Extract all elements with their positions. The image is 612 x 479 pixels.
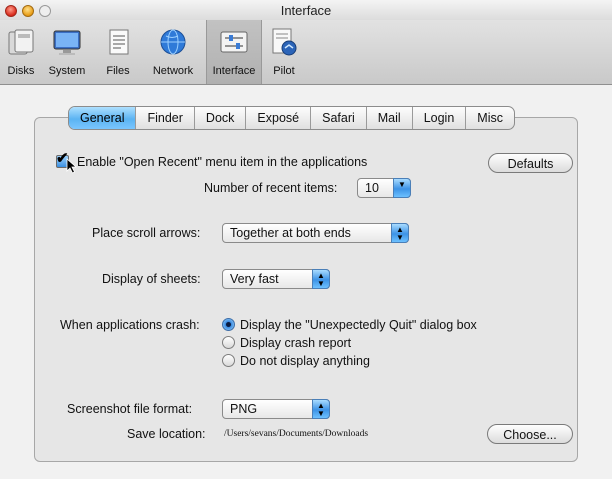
screenshot-format-popup[interactable]: PNG ▲ ▼ [222,399,330,419]
window-title: Interface [280,3,332,18]
crash-option-report-radio[interactable] [222,336,235,349]
sliders-icon [220,31,248,53]
crash-option-dialog-label[interactable]: Display the "Unexpectedly Quit" dialog b… [240,318,477,332]
disk-icon [8,29,34,55]
toolbar-label: Files [106,65,130,77]
monitor-icon [53,30,81,55]
open-recent-label[interactable]: Enable "Open Recent" menu item in the ap… [77,155,367,169]
pilot-icon [272,28,297,56]
screenshot-format-value: PNG [230,402,258,416]
globe-icon [160,29,186,55]
crash-option-report-label[interactable]: Display crash report [240,336,351,350]
tab-misc[interactable]: Misc [466,107,514,129]
scroll-arrows-popup[interactable]: Together at both ends ▲ ▼ [222,223,409,243]
toolbar-item-interface[interactable]: Interface [206,20,262,84]
toolbar-label: Pilot [273,65,295,77]
updown-arrows-icon: ▲ ▼ [312,269,330,289]
title-bar: Interface [0,0,612,20]
save-location-path: /Users/sevans/Documents/Downloads [224,429,369,439]
sheets-label: Display of sheets: [102,272,201,286]
screenshot-format-label: Screenshot file format: [67,402,193,416]
tab-safari[interactable]: Safari [311,107,367,129]
updown-arrows-icon: ▲ ▼ [312,399,330,419]
crash-label: When applications crash: [60,318,200,332]
recent-items-popup[interactable]: 10 ▼ [357,178,411,198]
sheets-value: Very fast [230,272,279,286]
updown-arrows-icon: ▲ ▼ [391,223,409,243]
sheets-popup[interactable]: Very fast ▲ ▼ [222,269,330,289]
tab-dock[interactable]: Dock [195,107,247,129]
toolbar: Disks System Files Network Interface Pil… [0,20,612,85]
tab-expose[interactable]: Exposé [246,107,312,129]
toolbar-label: System [48,65,86,77]
defaults-button[interactable]: Defaults [488,153,573,173]
toolbar-label: Interface [212,65,256,77]
scroll-arrows-label: Place scroll arrows: [92,226,201,240]
content-area: General Finder Dock Exposé Safari Mail L… [0,85,612,479]
tab-bar: General Finder Dock Exposé Safari Mail L… [68,106,515,130]
toolbar-item-network[interactable]: Network [144,20,202,84]
toolbar-item-files[interactable]: Files [92,20,144,84]
tab-mail[interactable]: Mail [367,107,413,129]
tab-login[interactable]: Login [413,107,467,129]
scroll-arrows-value: Together at both ends [230,226,351,240]
recent-items-value: 10 [365,181,379,195]
toolbar-item-pilot[interactable]: Pilot [264,20,304,84]
toolbar-label: Disks [7,65,35,77]
tab-general[interactable]: General [69,107,137,129]
toolbar-item-disks[interactable]: Disks [0,20,42,84]
dropdown-arrow-icon: ▼ [393,178,411,198]
choose-button[interactable]: Choose... [487,424,573,444]
document-icon [109,29,129,55]
save-location-label: Save location: [127,427,206,441]
toolbar-label: Network [152,65,194,77]
recent-items-label: Number of recent items: [204,181,338,195]
toolbar-item-system[interactable]: System [42,20,92,84]
crash-option-nothing-radio[interactable] [222,354,235,367]
crash-option-dialog-radio[interactable] [222,318,235,331]
crash-option-nothing-label[interactable]: Do not display anything [240,354,370,368]
tab-finder[interactable]: Finder [136,107,195,129]
